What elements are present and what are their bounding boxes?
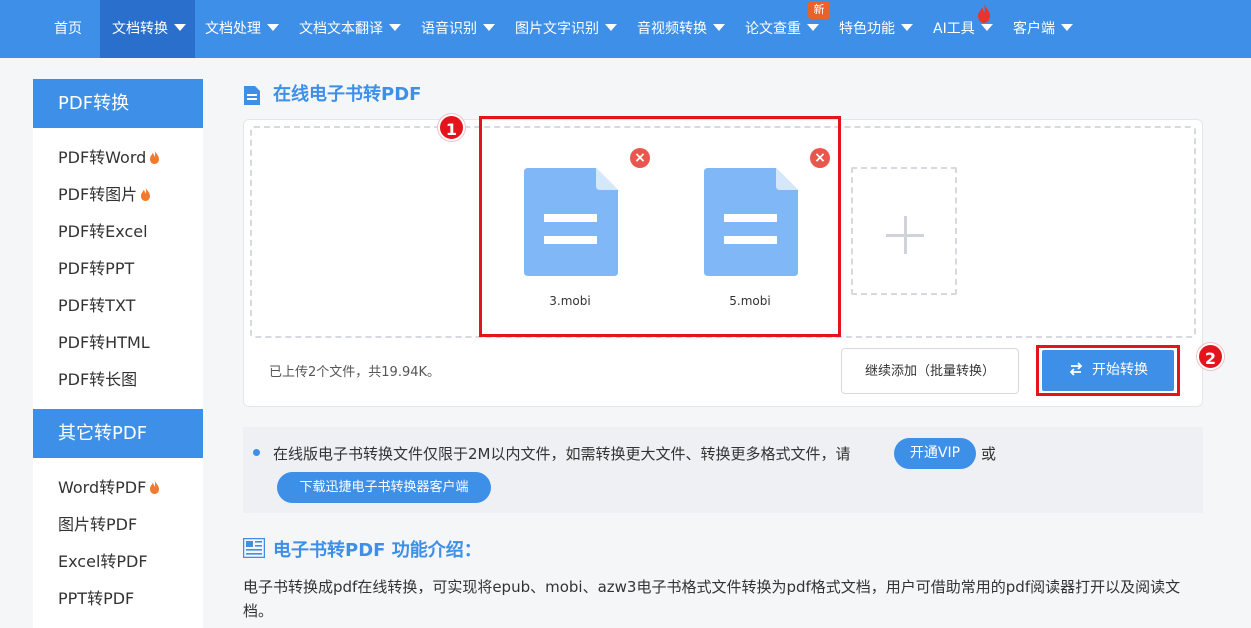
chevron-down-icon xyxy=(483,24,495,31)
sidebar-item-label: PDF转HTML xyxy=(58,333,150,352)
top-nav: 首页 文档转换 文档处理 文档文本翻译 语音识别 图片文字识别 音视频转换 论文… xyxy=(0,0,1251,58)
chevron-down-icon xyxy=(807,24,819,31)
chevron-down-icon xyxy=(980,24,993,31)
fire-icon xyxy=(150,150,160,164)
sidebar-item-excel-to-pdf[interactable]: Excel转PDF xyxy=(33,546,203,583)
sidebar-item-label: PDF转Word xyxy=(58,148,147,167)
open-vip-button[interactable]: 开通VIP xyxy=(894,438,976,469)
chevron-down-icon xyxy=(713,24,725,31)
bullet-dot xyxy=(253,449,260,456)
sidebar-item-pdf-to-ppt[interactable]: PDF转PPT xyxy=(33,253,203,290)
sidebar: PDF转换 PDF转Word PDF转图片 PDF转Excel PDF转PPT … xyxy=(33,79,203,628)
sidebar-group-pdf-convert: PDF转换 xyxy=(33,79,203,128)
nav-doc-process[interactable]: 文档处理 xyxy=(205,0,279,58)
sidebar-item-pdf-to-long-image[interactable]: PDF转长图 xyxy=(33,364,203,401)
nav-features[interactable]: 特色功能 xyxy=(839,0,913,58)
nav-speech-label: 语音识别 xyxy=(421,21,477,37)
sidebar-item-label: PPT转PDF xyxy=(58,589,135,608)
fire-icon xyxy=(150,480,160,494)
upload-status: 已上传2个文件，共19.94K。 xyxy=(269,365,441,380)
add-file-button[interactable] xyxy=(851,167,957,295)
sidebar-item-label: PDF转长图 xyxy=(58,370,138,389)
chevron-down-icon xyxy=(267,24,279,31)
sidebar-item-pdf-to-html[interactable]: PDF转HTML xyxy=(33,327,203,364)
chevron-down-icon xyxy=(1061,24,1073,31)
chevron-down-icon xyxy=(605,24,617,31)
chevron-down-icon xyxy=(389,24,401,31)
sidebar-item-label: 图片转PDF xyxy=(58,515,138,534)
sidebar-item-label: PDF转图片 xyxy=(58,185,138,204)
intro-title: 电子书转PDF 功能介绍： xyxy=(273,540,482,561)
notice-box: 在线版电子书转换文件仅限于2M以内文件，如需转换更大文件、转换更多格式文件，请 … xyxy=(243,427,1203,513)
annotation-badge-1: 1 xyxy=(438,114,465,141)
sidebar-item-label: PDF转PPT xyxy=(58,259,135,278)
nav-doc-convert-label: 文档转换 xyxy=(112,21,168,37)
intro-body: 电子书转换成pdf在线转换，可实现将epub、mobi、azw3电子书格式文件转… xyxy=(243,578,1181,620)
download-client-button[interactable]: 下载迅捷电子书转换器客户端 xyxy=(277,472,491,503)
annotation-badge-2: 2 xyxy=(1197,343,1224,370)
sidebar-item-label: Word转PDF xyxy=(58,478,147,497)
notice-text: 在线版电子书转换文件仅限于2M以内文件，如需转换更大文件、转换更多格式文件，请 xyxy=(273,445,851,463)
nav-ocr-label: 图片文字识别 xyxy=(515,21,599,37)
nav-home-label: 首页 xyxy=(54,21,82,37)
sidebar-item-pdf-to-excel[interactable]: PDF转Excel xyxy=(33,216,203,253)
start-convert-label: 开始转换 xyxy=(1092,362,1148,378)
nav-doc-translate-label: 文档文本翻译 xyxy=(299,21,383,37)
sidebar-item-pdf-to-word[interactable]: PDF转Word xyxy=(33,142,203,179)
chevron-down-icon xyxy=(174,24,186,31)
sidebar-item-label: PDF转Excel xyxy=(58,222,148,241)
nav-home[interactable]: 首页 xyxy=(54,0,82,58)
sidebar-item-ppt-to-pdf[interactable]: PPT转PDF xyxy=(33,583,203,620)
sidebar-list-to-pdf: Word转PDF 图片转PDF Excel转PDF PPT转PDF xyxy=(33,458,203,628)
sidebar-item-label: PDF转TXT xyxy=(58,296,136,315)
notice-or: 或 xyxy=(981,445,997,463)
fire-icon xyxy=(141,187,151,201)
nav-thesis-label: 论文查重 xyxy=(745,21,801,37)
nav-client[interactable]: 客户端 xyxy=(1013,0,1073,58)
page-title: 在线电子书转PDF xyxy=(273,84,422,105)
nav-ai-label: AI工具 xyxy=(933,21,975,37)
sidebar-item-pdf-to-image[interactable]: PDF转图片 xyxy=(33,179,203,216)
continue-add-button[interactable]: 继续添加（批量转换） xyxy=(841,348,1019,394)
sidebar-item-label: Excel转PDF xyxy=(58,552,148,571)
nav-av[interactable]: 音视频转换 xyxy=(637,0,725,58)
nav-ocr[interactable]: 图片文字识别 xyxy=(515,0,617,58)
sidebar-list-pdf-convert: PDF转Word PDF转图片 PDF转Excel PDF转PPT PDF转TX… xyxy=(33,128,203,409)
fire-icon xyxy=(978,3,990,23)
nav-speech[interactable]: 语音识别 xyxy=(421,0,495,58)
chevron-down-icon xyxy=(901,24,913,31)
sidebar-item-image-to-pdf[interactable]: 图片转PDF xyxy=(33,509,203,546)
nav-features-label: 特色功能 xyxy=(839,21,895,37)
swap-arrows-icon xyxy=(1069,362,1083,376)
sidebar-item-pdf-to-txt[interactable]: PDF转TXT xyxy=(33,290,203,327)
sidebar-group-to-pdf: 其它转PDF xyxy=(33,409,203,458)
article-icon xyxy=(243,538,265,558)
nav-doc-translate[interactable]: 文档文本翻译 xyxy=(299,0,401,58)
nav-doc-process-label: 文档处理 xyxy=(205,21,261,37)
start-convert-button[interactable]: 开始转换 xyxy=(1042,350,1174,391)
document-icon xyxy=(244,86,260,105)
new-badge: 新 xyxy=(808,1,830,19)
nav-av-label: 音视频转换 xyxy=(637,21,707,37)
sidebar-item-word-to-pdf[interactable]: Word转PDF xyxy=(33,472,203,509)
nav-doc-convert[interactable]: 文档转换 xyxy=(100,0,195,58)
nav-client-label: 客户端 xyxy=(1013,21,1055,37)
plus-icon-vertical xyxy=(904,216,907,254)
annotation-highlight-files xyxy=(479,116,841,337)
